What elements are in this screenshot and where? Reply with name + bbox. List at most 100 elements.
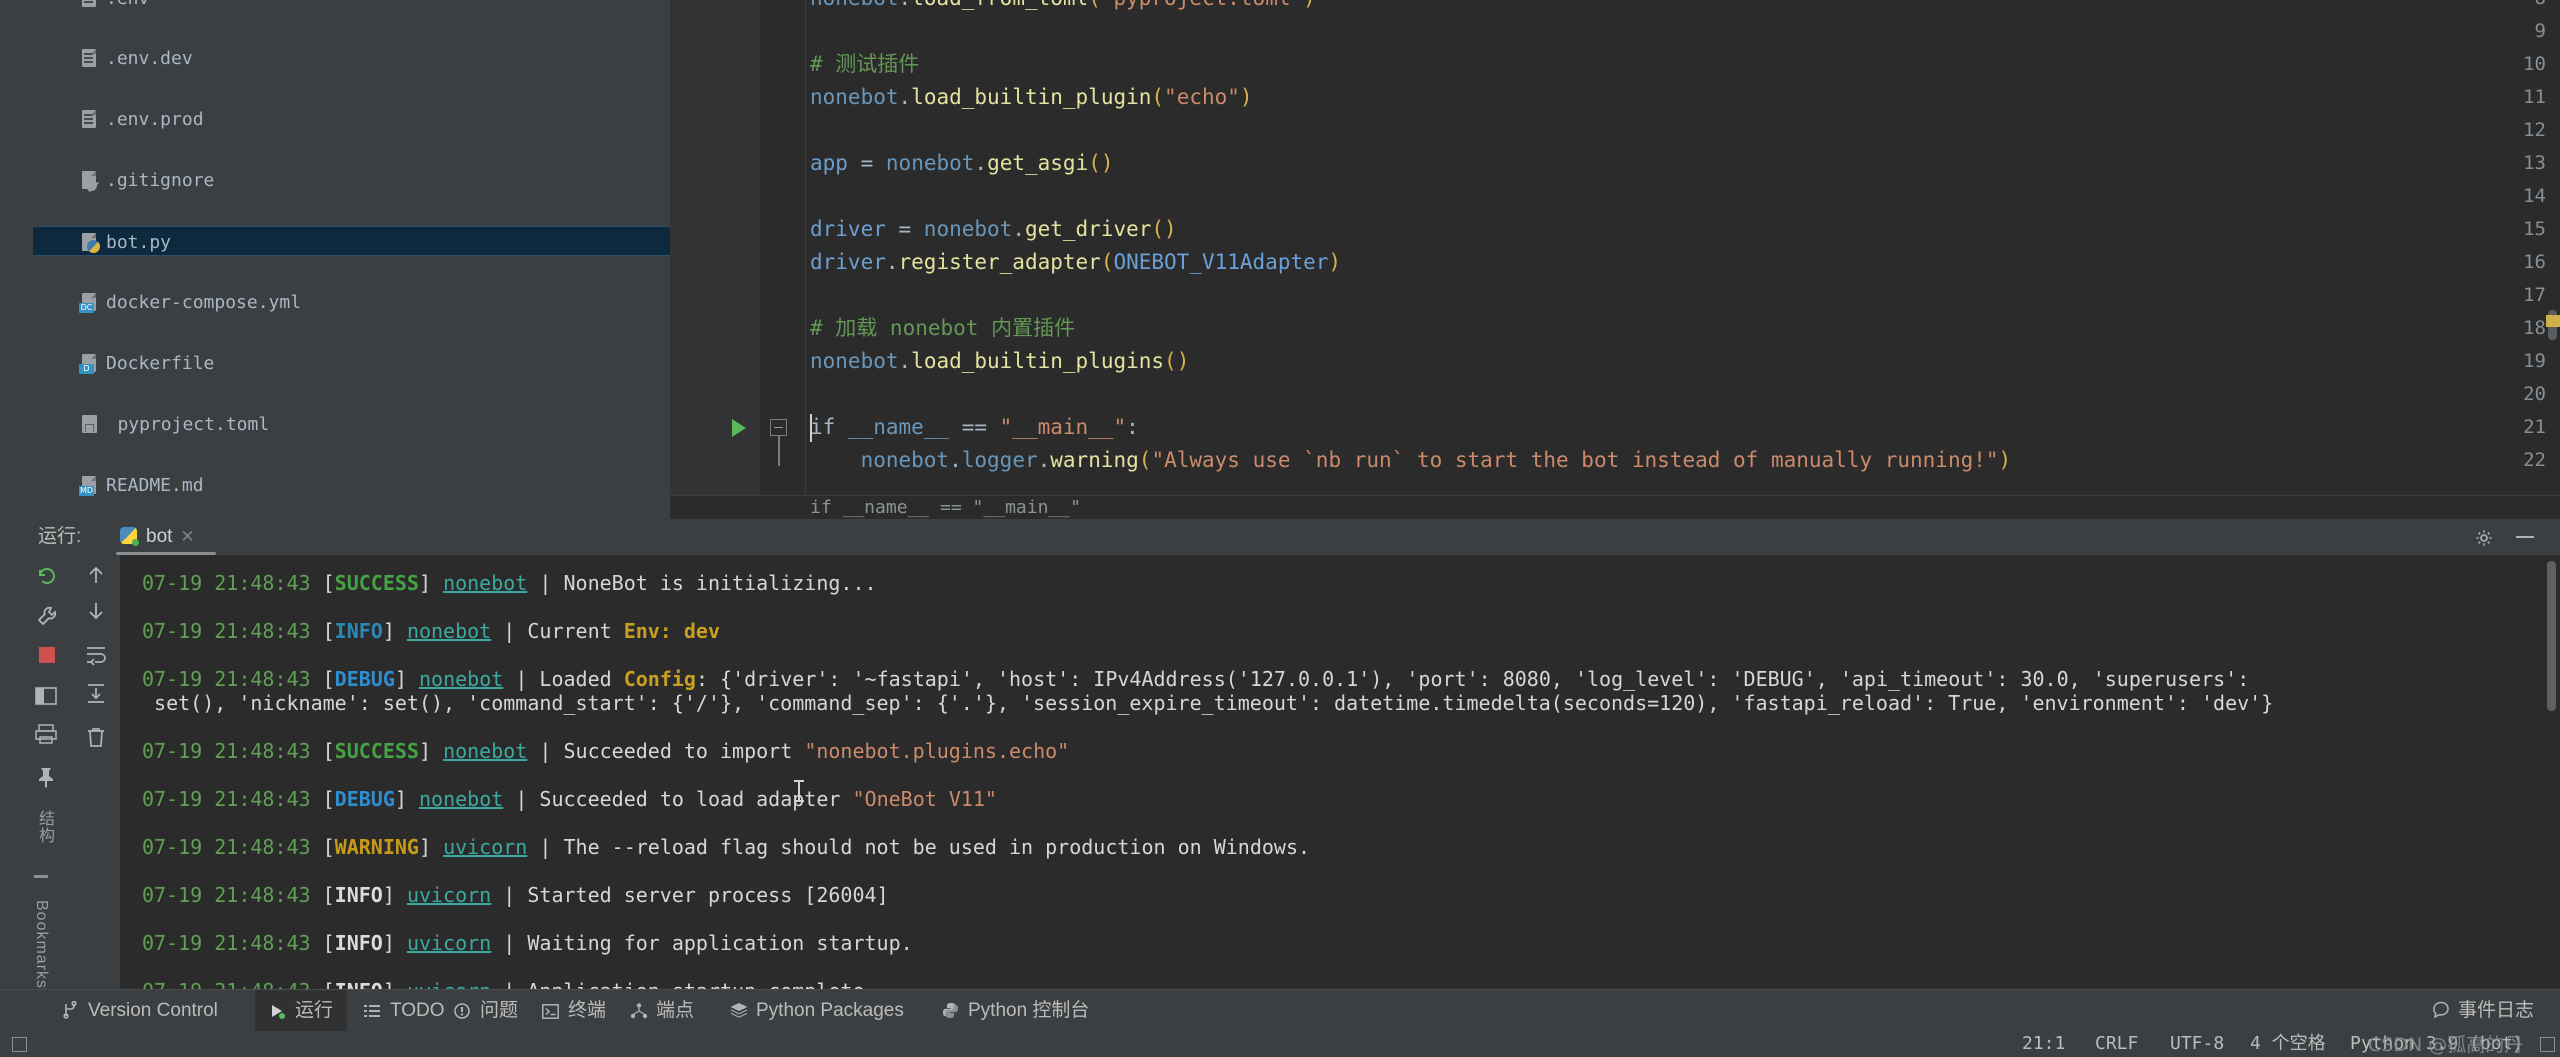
- run-toolbar-secondary[interactable]: [76, 555, 120, 989]
- scroll-down-icon[interactable]: [84, 599, 110, 625]
- scroll-up-icon[interactable]: [84, 563, 110, 589]
- toml-icon: [79, 413, 101, 435]
- rerun-icon[interactable]: [34, 563, 62, 591]
- run-tab-bot[interactable]: bot ✕: [110, 519, 205, 555]
- status-problems[interactable]: 问题: [442, 990, 530, 1032]
- resize-grip-icon[interactable]: [2540, 1037, 2555, 1052]
- code-line-22: nonebot.logger.warning("Always use `nb r…: [860, 448, 2012, 472]
- left-tool-rail: [0, 0, 34, 519]
- code-content[interactable]: nonebot.load_from_toml("pyproject.toml")…: [810, 0, 2550, 495]
- tree-item-label: bot.py: [106, 232, 172, 253]
- code-line-11: nonebot.load_builtin_plugin("echo"): [810, 85, 1253, 109]
- trash-icon[interactable]: [84, 725, 110, 751]
- structure-side-label[interactable]: 结构: [32, 810, 56, 844]
- todo-icon: [364, 993, 382, 1017]
- editor-marker-stripe[interactable]: [2546, 315, 2560, 327]
- markdown-badge: MD: [79, 486, 95, 496]
- project-tree[interactable]: .env .env.dev .env.prod .gitignore: [33, 0, 670, 519]
- gitignore-icon: [79, 169, 101, 191]
- editor-gutter[interactable]: [670, 0, 760, 495]
- status-endpoints[interactable]: 端点: [618, 990, 706, 1032]
- status-label: Python Packages: [756, 1000, 904, 1021]
- status-python-console[interactable]: Python 控制台: [930, 990, 1101, 1032]
- tree-item-label: .env: [106, 0, 149, 9]
- code-line-13: app = nonebot.get_asgi(): [810, 151, 1114, 175]
- structure-side-icon: [34, 875, 48, 878]
- python-file-icon: [79, 231, 101, 253]
- run-window-header: 运行: bot ✕: [0, 519, 2560, 555]
- file-icon: [79, 0, 101, 9]
- status-label: Version Control: [88, 1000, 218, 1021]
- tree-item-gitignore[interactable]: .gitignore: [33, 165, 670, 195]
- python-icon: [120, 527, 139, 546]
- soft-wrap-icon[interactable]: [84, 643, 110, 669]
- tree-item-label: docker-compose.yml: [106, 292, 302, 313]
- stop-icon[interactable]: [39, 647, 55, 663]
- tree-item-pyproject-toml[interactable]: pyproject.toml: [33, 409, 670, 439]
- print-icon[interactable]: [34, 723, 62, 751]
- run-line-icon[interactable]: [732, 419, 746, 437]
- run-window-title: 运行:: [38, 526, 82, 547]
- status-bar: Version Control 运行 TODO 问题 终端 端点 Python …: [0, 989, 2560, 1032]
- editor-status-strip: 21:1 CRLF UTF-8 4 个空格 Python 3.9 (bot): [0, 1031, 2560, 1057]
- code-line-10: # 测试插件: [810, 52, 920, 76]
- gear-icon[interactable]: [2474, 528, 2494, 548]
- dockerfile-badge: D: [79, 364, 94, 374]
- status-version-control[interactable]: Version Control: [50, 990, 230, 1032]
- status-terminal[interactable]: 终端: [530, 990, 618, 1032]
- log-line: 07-19 21:48:43 [INFO] uvicorn | Applicat…: [142, 979, 877, 989]
- layout-icon[interactable]: [34, 685, 62, 713]
- status-encoding[interactable]: UTF-8: [2170, 1031, 2224, 1057]
- status-label: 问题: [480, 1000, 519, 1021]
- code-line-16: driver.register_adapter(ONEBOT_V11Adapte…: [810, 250, 1342, 274]
- tree-item-env-prod[interactable]: .env.prod: [33, 104, 670, 134]
- code-line-15: driver = nonebot.get_driver(): [810, 217, 1177, 241]
- window-resize-icon[interactable]: [12, 1037, 27, 1052]
- run-console[interactable]: 07-19 21:48:43 [SUCCESS] nonebot | NoneB…: [120, 555, 2560, 989]
- tree-item-env[interactable]: .env: [33, 0, 670, 13]
- status-label: Python 控制台: [968, 1000, 1090, 1021]
- markdown-icon: MD: [79, 474, 101, 496]
- log-line-continuation: set(), 'nickname': set(), 'command_start…: [142, 691, 2274, 715]
- fold-collapse-icon[interactable]: [770, 419, 787, 436]
- tree-item-env-dev[interactable]: .env.dev: [33, 43, 670, 73]
- log-line: 07-19 21:48:43 [DEBUG] nonebot | Succeed…: [142, 787, 997, 811]
- mouse-text-cursor: [794, 780, 804, 802]
- minimize-icon[interactable]: [2516, 536, 2534, 538]
- code-line-21: if __name__ == "__main__":: [810, 415, 1139, 439]
- tree-item-label: README.md: [106, 475, 204, 496]
- bookmarks-side-label[interactable]: Bookmarks: [32, 900, 50, 989]
- status-python-packages[interactable]: Python Packages: [718, 990, 916, 1032]
- status-label: 终端: [568, 1000, 607, 1021]
- tree-item-dockerfile[interactable]: D Dockerfile: [33, 348, 670, 378]
- tree-item-label: Dockerfile: [106, 353, 215, 374]
- status-run[interactable]: 运行: [255, 990, 348, 1032]
- console-scrollbar[interactable]: [2547, 561, 2556, 711]
- status-event-log[interactable]: 事件日志: [2432, 990, 2534, 1032]
- log-line: 07-19 21:48:43 [WARNING] uvicorn | The -…: [142, 835, 1311, 859]
- watermark: CSDN @孤高的丹: [2368, 1034, 2524, 1056]
- tree-item-bot-py[interactable]: bot.py: [33, 226, 670, 256]
- file-icon: [79, 108, 101, 130]
- tree-item-readme-md[interactable]: MD README.md: [33, 470, 670, 500]
- status-line-separator[interactable]: CRLF: [2095, 1031, 2138, 1057]
- status-caret-position[interactable]: 21:1: [2022, 1031, 2065, 1057]
- wrench-icon[interactable]: [34, 603, 62, 631]
- status-label: TODO: [390, 1000, 445, 1021]
- status-todo[interactable]: TODO: [352, 990, 457, 1032]
- run-tool-window: 运行: bot ✕ 结构 Bookmarks 07-19 21:48:43 [S…: [0, 519, 2560, 1032]
- tree-item-label: .env.dev: [106, 48, 193, 69]
- run-tab-label: bot: [146, 526, 173, 547]
- code-editor[interactable]: 8 9 10 11 12 13 14 15 16 17 18 19 20 21 …: [670, 0, 2560, 519]
- run-toolbar-primary[interactable]: 结构 Bookmarks: [28, 555, 76, 1032]
- text-caret: [810, 414, 812, 442]
- tree-item-docker-compose[interactable]: DC docker-compose.yml: [33, 287, 670, 317]
- pin-icon[interactable]: [34, 765, 62, 793]
- terminal-icon: [542, 993, 560, 1019]
- breadcrumb[interactable]: if __name__ == "__main__": [670, 495, 2560, 519]
- close-icon[interactable]: ✕: [180, 527, 194, 546]
- status-indent[interactable]: 4 个空格: [2250, 1031, 2326, 1057]
- scroll-to-end-icon[interactable]: [84, 681, 110, 707]
- status-label: 运行: [295, 1000, 334, 1021]
- top-area: .env .env.dev .env.prod .gitignore: [0, 0, 2560, 519]
